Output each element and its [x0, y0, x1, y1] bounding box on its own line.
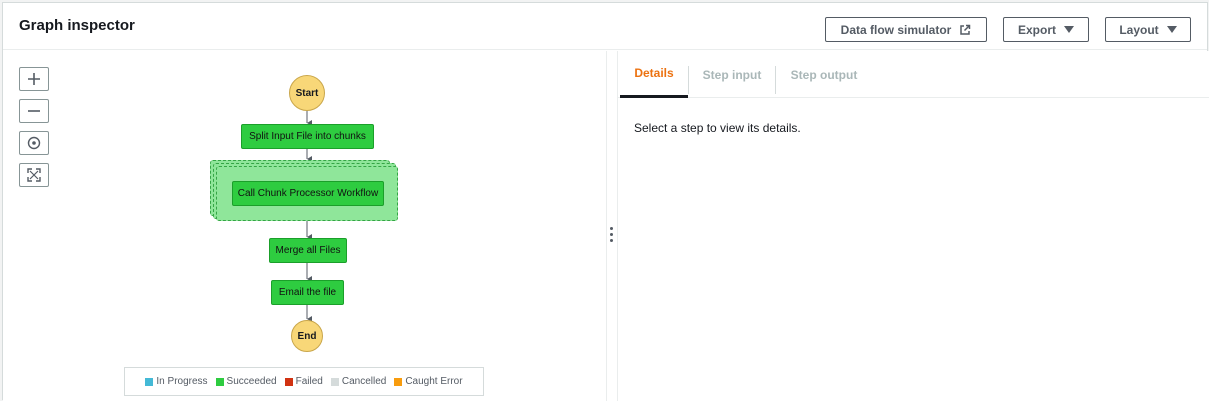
layout-label: Layout — [1119, 22, 1159, 37]
caret-down-icon — [1166, 26, 1177, 33]
details-panel: Details Step input Step output Select a … — [618, 51, 1209, 401]
panel-header: Graph inspector Data flow simulator Expo… — [3, 3, 1207, 50]
legend-swatch — [394, 377, 403, 386]
legend-label: Succeeded — [226, 376, 277, 387]
drag-handle-icon — [610, 227, 614, 245]
external-link-icon — [960, 24, 971, 35]
legend-swatch — [215, 377, 224, 386]
step-email-the-file[interactable]: Email the file — [271, 280, 344, 305]
graph-canvas[interactable]: Start Split Input File into chunks Call … — [3, 51, 606, 401]
data-flow-simulator-label: Data flow simulator — [840, 22, 952, 37]
export-button[interactable]: Export — [1003, 17, 1089, 42]
legend-label: Cancelled — [341, 376, 387, 387]
step-split-input-file[interactable]: Split Input File into chunks — [241, 124, 374, 149]
details-tabs: Details Step input Step output — [618, 51, 1209, 98]
legend-item: Cancelled — [330, 376, 387, 387]
legend-swatch — [145, 377, 154, 386]
details-empty-message: Select a step to view its details. — [634, 121, 801, 135]
step-merge-all-files[interactable]: Merge all Files — [269, 238, 347, 263]
tab-details[interactable]: Details — [620, 51, 688, 98]
legend-item: Caught Error — [394, 376, 463, 387]
status-legend: In Progress Succeeded Failed Cancelled Caugh… — [124, 367, 484, 396]
end-node[interactable]: End — [291, 320, 323, 352]
legend-item: Succeeded — [215, 376, 277, 387]
tab-step-output[interactable]: Step output — [778, 51, 870, 98]
data-flow-simulator-button[interactable]: Data flow simulator — [825, 17, 987, 42]
legend-label: Failed — [295, 376, 323, 387]
caret-down-icon — [1064, 26, 1074, 33]
legend-swatch — [330, 377, 339, 386]
start-node[interactable]: Start — [289, 75, 325, 111]
legend-label: Caught Error — [405, 376, 463, 387]
layout-button[interactable]: Layout — [1105, 17, 1191, 42]
page-title: Graph inspector — [19, 17, 135, 34]
panel-resize-handle[interactable] — [606, 51, 618, 401]
graph-inspector-panel: Graph inspector Data flow simulator Expo… — [2, 2, 1209, 401]
tab-step-input[interactable]: Step input — [690, 51, 774, 98]
step-call-chunk-processor[interactable]: Call Chunk Processor Workflow — [232, 181, 384, 206]
legend-item: Failed — [284, 376, 323, 387]
legend-swatch — [284, 377, 293, 386]
legend-label: In Progress — [156, 376, 208, 387]
export-label: Export — [1017, 22, 1056, 37]
tab-separator — [775, 66, 776, 94]
tab-separator — [688, 66, 689, 94]
legend-item: In Progress — [145, 376, 208, 387]
